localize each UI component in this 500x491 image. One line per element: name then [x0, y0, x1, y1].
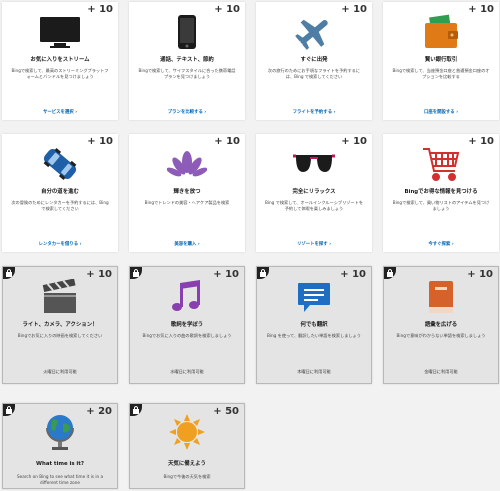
- cart-icon: [383, 144, 499, 184]
- sunglasses-icon: [256, 144, 372, 184]
- card-banking[interactable]: + 10 賢い銀行取引 Bingで検索して、当座預金口座と普通預金口座のオプショ…: [383, 2, 499, 120]
- card-title: Bingでお得な情報を見つける: [404, 189, 478, 195]
- card-link[interactable]: フライトを予約する ›: [256, 109, 372, 115]
- card-description: Bingで検索して、最高のストリーミングプラットフォームとバンドルを見つけましょ…: [11, 68, 109, 79]
- card-description: Bingでトレンドの美容・ヘアケア製品を検索: [144, 200, 230, 205]
- availability-text: 木曜日に利用可能: [297, 369, 331, 374]
- card-link[interactable]: プランを比較する ›: [129, 109, 245, 115]
- card-link[interactable]: 口座を開設する ›: [383, 109, 499, 115]
- card-movies: + 10 ライト、カメラ、アクション！ Bingでお気に入りの映画を検索してくだ…: [2, 266, 118, 384]
- tv-icon: [2, 12, 118, 52]
- card-description: 次の冒険のためにレンタカーを予約するには、Bing で検索してください: [11, 200, 109, 211]
- card-link[interactable]: 美容を購入 ›: [129, 241, 245, 247]
- card-description: 次の旅行のためにお手頃なフライトを予約するには、Bing で検索してください: [267, 68, 361, 79]
- card-beauty[interactable]: + 10 輝きを放つ Bingでトレンドの美容・ヘアケア製品を検索 美容を購入 …: [129, 134, 245, 252]
- card-time-zone: + 20 What time is it? Search on Bing to …: [2, 403, 118, 489]
- card-description: Bingで今後の天気を検索: [163, 474, 211, 479]
- card-description: Bingでお気に入りの映画を検索してください: [17, 333, 103, 338]
- card-title: 通話、テキスト、節約: [160, 57, 214, 63]
- card-title: 歌詞を学ぼう: [170, 322, 204, 328]
- sun-icon: [130, 412, 244, 452]
- wallet-icon: [383, 12, 499, 52]
- card-title: 語彙を広げる: [424, 322, 458, 328]
- car-icon: [2, 144, 118, 184]
- card-title: 天気に備えよう: [168, 461, 206, 467]
- card-title: 完全にリラックス: [292, 189, 336, 195]
- card-flight[interactable]: + 10 すぐに出発 次の旅行のためにお手頃なフライトを予約するには、Bing …: [256, 2, 372, 120]
- music-note-icon: [130, 277, 244, 317]
- card-translate: + 10 何でも翻訳 Bing を使って、翻訳したい単語を検索しましょう 木曜日…: [256, 266, 372, 384]
- card-title: ライト、カメラ、アクション！: [22, 322, 98, 328]
- airplane-icon: [256, 12, 372, 52]
- card-link[interactable]: 今すぐ探索 ›: [383, 241, 499, 247]
- card-title: 何でも翻訳: [300, 322, 328, 328]
- phone-icon: [129, 12, 245, 52]
- card-resort[interactable]: + 10 完全にリラックス Bing で検索して、オールインクルーシブリゾートを…: [256, 134, 372, 252]
- card-link[interactable]: サービスを選択 ›: [2, 109, 118, 115]
- card-title: 賢い銀行取引: [424, 57, 458, 63]
- card-description: Bing で検索して、オールインクルーシブリゾートを予約して休暇を楽しみましょう: [264, 200, 364, 211]
- card-weather: + 50 天気に備えよう Bingで今後の天気を検索: [129, 403, 245, 489]
- card-phone-plan[interactable]: + 10 通話、テキスト、節約 Bingで検索して、サイフスタイルに合った携帯電…: [129, 2, 245, 120]
- card-title: お気に入りをストリーム: [30, 57, 90, 63]
- card-lyrics: + 10 歌詞を学ぼう Bingでお気に入りの曲の歌詞を検索しましょう 水曜日に…: [129, 266, 245, 384]
- availability-text: 金曜日に利用可能: [424, 369, 458, 374]
- globe-icon: [3, 412, 117, 452]
- card-description: Search on Bing to see what time it is in…: [16, 474, 104, 485]
- card-streaming[interactable]: + 10 お気に入りをストリーム Bingで検索して、最高のストリーミングプラッ…: [2, 2, 118, 120]
- availability-text: 火曜日に利用可能: [43, 369, 77, 374]
- card-title: 輝きを放つ: [173, 189, 201, 195]
- card-description: Bing を使って、翻訳したい単語を検索しましょう: [266, 333, 361, 338]
- card-title: すぐに出発: [300, 57, 328, 63]
- card-description: Bingでお気に入りの曲の歌詞を検索しましょう: [142, 333, 232, 338]
- card-link[interactable]: リゾートを探す ›: [256, 241, 372, 247]
- card-description: Bingで検索して、サイフスタイルに合った携帯電話プランを見つけましょう: [138, 68, 236, 79]
- book-icon: [384, 277, 498, 317]
- card-vocabulary: + 10 語彙を広げる Bingで意味がわからない単語を検索しましょう 金曜日に…: [383, 266, 499, 384]
- chat-bubble-icon: [257, 277, 371, 317]
- card-description: Bingで意味がわからない単語を検索しましょう: [396, 333, 486, 338]
- availability-text: 水曜日に利用可能: [170, 369, 204, 374]
- card-link[interactable]: レンタカーを借りる ›: [2, 241, 118, 247]
- clapperboard-icon: [3, 277, 117, 317]
- card-description: Bingで検索して、買い物リストのアイテムを見つけましょう: [392, 200, 490, 211]
- card-deals[interactable]: + 10 Bingでお得な情報を見つける Bingで検索して、買い物リストのアイ…: [383, 134, 499, 252]
- card-title: 自分の道を進む: [41, 189, 79, 195]
- lotus-icon: [129, 144, 245, 184]
- card-rental-car[interactable]: + 10 自分の道を進む 次の冒険のためにレンタカーを予約するには、Bing で…: [2, 134, 118, 252]
- card-description: Bingで検索して、当座預金口座と普通預金口座のオプションを比較する: [392, 68, 490, 79]
- card-title: What time is it?: [36, 461, 84, 467]
